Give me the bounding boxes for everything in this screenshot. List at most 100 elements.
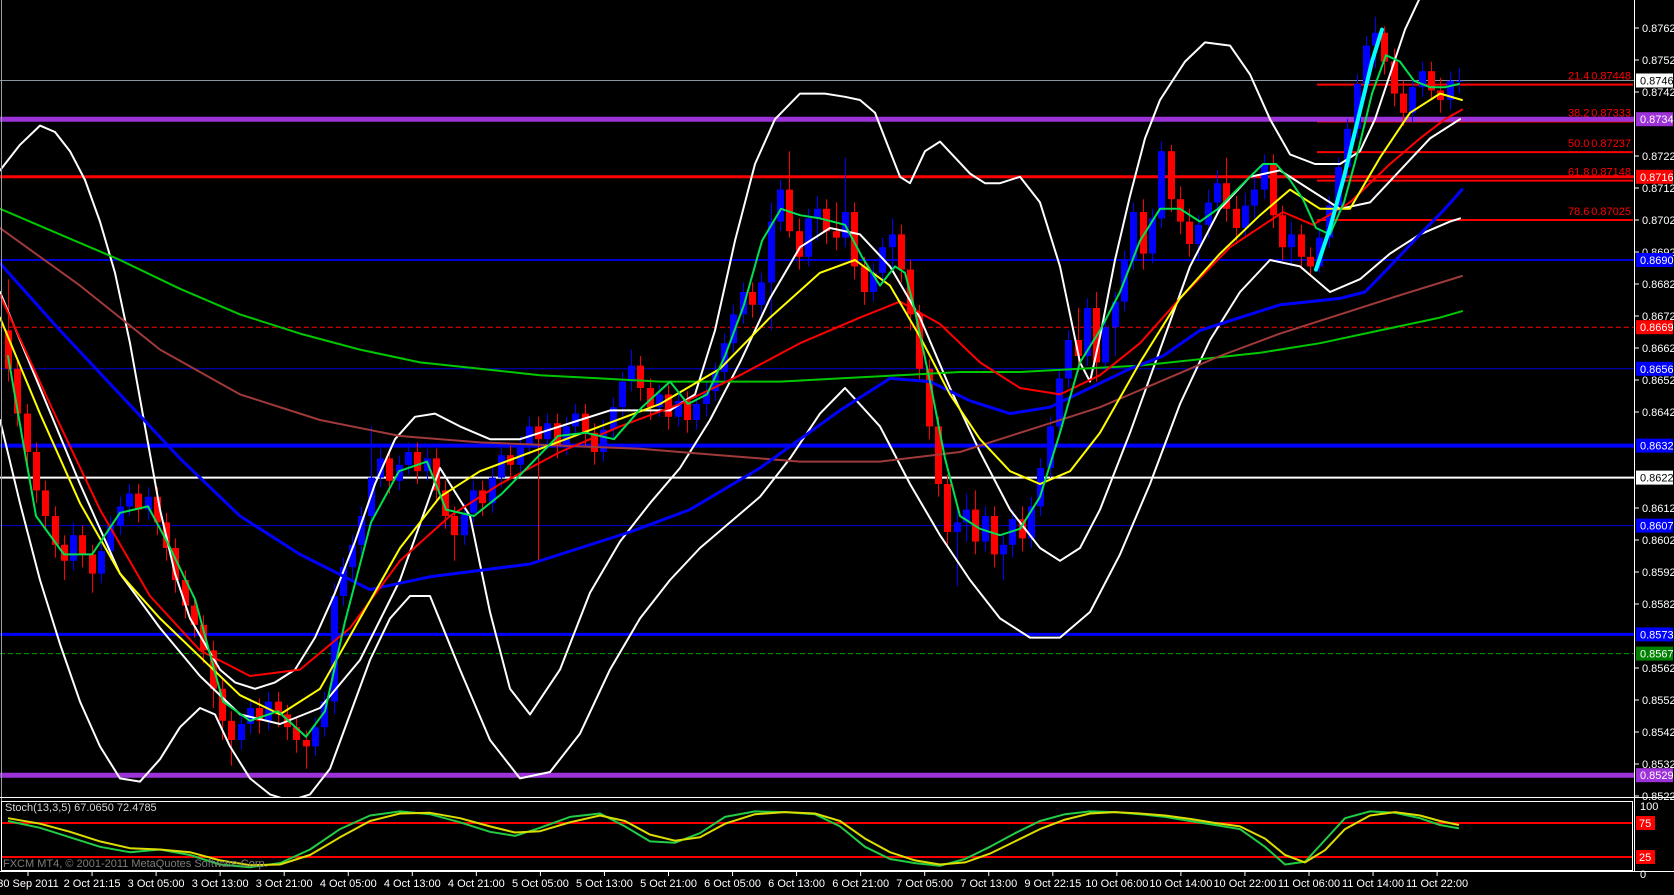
time-label: 5 Oct 21:00 bbox=[640, 878, 697, 890]
time-label: 6 Oct 21:00 bbox=[832, 878, 889, 890]
candle-down bbox=[749, 292, 756, 305]
stoch-scale-label: 0 bbox=[1640, 869, 1646, 881]
mt4-chart-window: 21.4 0.87448 38.2 0.87333 50.0 0.87237 61.8 0.8… bbox=[0, 0, 1674, 895]
price-badge-label: 0.87461 bbox=[1640, 75, 1674, 87]
candle-down bbox=[861, 266, 868, 292]
candle-down bbox=[79, 535, 86, 555]
time-label: 10 Oct 06:00 bbox=[1085, 878, 1148, 890]
price-badge-label: 0.86320 bbox=[1640, 441, 1674, 453]
candle-down bbox=[42, 490, 49, 516]
price-tick-label: 0.86525 bbox=[1642, 375, 1674, 387]
chart-canvas[interactable]: 21.4 0.8744838.2 0.8733350.0 0.8723761.8 0.8… bbox=[0, 0, 1674, 895]
price-badge-label: 0.85290 bbox=[1640, 770, 1674, 782]
time-label: 6 Oct 05:00 bbox=[704, 878, 761, 890]
price-badge-label: 0.85670 bbox=[1640, 649, 1674, 661]
candle-down bbox=[944, 484, 951, 532]
candle-down bbox=[637, 365, 644, 388]
price-tick-label: 0.87525 bbox=[1642, 55, 1674, 67]
price-badge-label: 0.87160 bbox=[1640, 172, 1674, 184]
time-label: 2 Oct 21:15 bbox=[64, 878, 121, 890]
price-badge-label: 0.86900 bbox=[1640, 255, 1674, 267]
candle-up bbox=[461, 512, 468, 536]
fib-value-label: 0.87237 bbox=[1591, 138, 1631, 150]
candle-down bbox=[1298, 234, 1305, 257]
price-tick-label: 0.86025 bbox=[1642, 535, 1674, 547]
price-tick-label: 0.85825 bbox=[1642, 599, 1674, 611]
candle-up bbox=[954, 522, 961, 532]
time-label: 7 Oct 05:00 bbox=[896, 878, 953, 890]
stoch-scale-label: 100 bbox=[1640, 801, 1658, 813]
stoch-level-badge-label: 25 bbox=[1639, 852, 1651, 864]
candle-down bbox=[1279, 215, 1286, 248]
candle-up bbox=[1288, 234, 1295, 248]
price-badge-label: 0.86070 bbox=[1640, 521, 1674, 533]
price-badge-label: 0.86560 bbox=[1640, 364, 1674, 376]
price-badge-label: 0.87340 bbox=[1640, 114, 1674, 126]
price-tick-label: 0.87025 bbox=[1642, 215, 1674, 227]
time-label: 3 Oct 05:00 bbox=[128, 878, 185, 890]
time-label: 10 Oct 22:00 bbox=[1213, 878, 1276, 890]
candle-up bbox=[331, 596, 338, 702]
time-label: 11 Oct 14:00 bbox=[1342, 878, 1404, 890]
candle-down bbox=[24, 413, 31, 452]
price-badge-label: 0.85730 bbox=[1640, 629, 1674, 641]
price-tick-label: 0.85525 bbox=[1642, 695, 1674, 707]
time-label: 4 Oct 21:00 bbox=[448, 878, 505, 890]
time-label: 7 Oct 13:00 bbox=[960, 878, 1017, 890]
candle-down bbox=[228, 720, 235, 740]
candle-down bbox=[414, 452, 421, 472]
candle-up bbox=[619, 381, 626, 408]
candle-down bbox=[1168, 151, 1175, 200]
fib-value-label: 0.87025 bbox=[1591, 206, 1631, 218]
candle-up bbox=[1251, 189, 1258, 206]
candle-up bbox=[265, 701, 272, 721]
stoch-indicator-label: Stoch(13,3,5) 67.0650 72.4785 bbox=[5, 802, 157, 814]
candle-up bbox=[312, 727, 319, 747]
candle-up bbox=[1102, 327, 1109, 363]
price-tick-label: 0.87125 bbox=[1642, 183, 1674, 195]
candle-up bbox=[405, 452, 412, 465]
price-badge-label: 0.86690 bbox=[1640, 322, 1674, 334]
candle-up bbox=[498, 455, 505, 478]
candle-down bbox=[833, 231, 840, 238]
candle-up bbox=[70, 535, 77, 561]
price-tick-label: 0.86425 bbox=[1642, 407, 1674, 419]
candle-up bbox=[1214, 183, 1221, 203]
candle-down bbox=[33, 452, 40, 491]
price-tick-label: 0.85925 bbox=[1642, 567, 1674, 579]
candle-down bbox=[89, 554, 96, 574]
fib-pct-label: 78.6 bbox=[1568, 206, 1589, 218]
stoch-level-badge-label: 75 bbox=[1639, 818, 1651, 830]
time-label: 11 Oct 06:00 bbox=[1278, 878, 1340, 890]
candle-up bbox=[693, 404, 700, 420]
price-badge-label: 0.86220 bbox=[1640, 473, 1674, 485]
candle-up bbox=[777, 189, 784, 222]
candle-down bbox=[386, 458, 393, 481]
price-tick-label: 0.87225 bbox=[1642, 151, 1674, 163]
price-tick-label: 0.85625 bbox=[1642, 663, 1674, 675]
time-label: 5 Oct 13:00 bbox=[576, 878, 633, 890]
time-label: 3 Oct 21:00 bbox=[256, 878, 313, 890]
candle-down bbox=[1400, 93, 1407, 113]
copyright-watermark: FXCM MT4, © 2001-2011 MetaQuotes Softwar… bbox=[3, 858, 268, 870]
time-label: 11 Oct 22:00 bbox=[1406, 878, 1468, 890]
time-label: 4 Oct 13:00 bbox=[384, 878, 441, 890]
candle-down bbox=[451, 516, 458, 536]
time-label: 9 Oct 22:15 bbox=[1024, 878, 1081, 890]
candle-up bbox=[889, 234, 896, 248]
candle-up bbox=[126, 493, 133, 507]
time-label: 3 Oct 13:00 bbox=[192, 878, 249, 890]
candle-down bbox=[303, 740, 310, 747]
candle-up bbox=[805, 218, 812, 257]
time-label: 10 Oct 14:00 bbox=[1149, 878, 1212, 890]
candle-up bbox=[1261, 164, 1268, 190]
price-tick-label: 0.85425 bbox=[1642, 727, 1674, 739]
time-label: 30 Sep 2011 bbox=[0, 878, 59, 890]
price-tick-label: 0.86625 bbox=[1642, 343, 1674, 355]
candle-up bbox=[98, 551, 105, 574]
candle-up bbox=[1195, 224, 1202, 244]
candle-up bbox=[1242, 205, 1249, 228]
candle-up bbox=[1000, 544, 1007, 555]
candle-up bbox=[758, 282, 765, 305]
price-tick-label: 0.87425 bbox=[1642, 87, 1674, 99]
